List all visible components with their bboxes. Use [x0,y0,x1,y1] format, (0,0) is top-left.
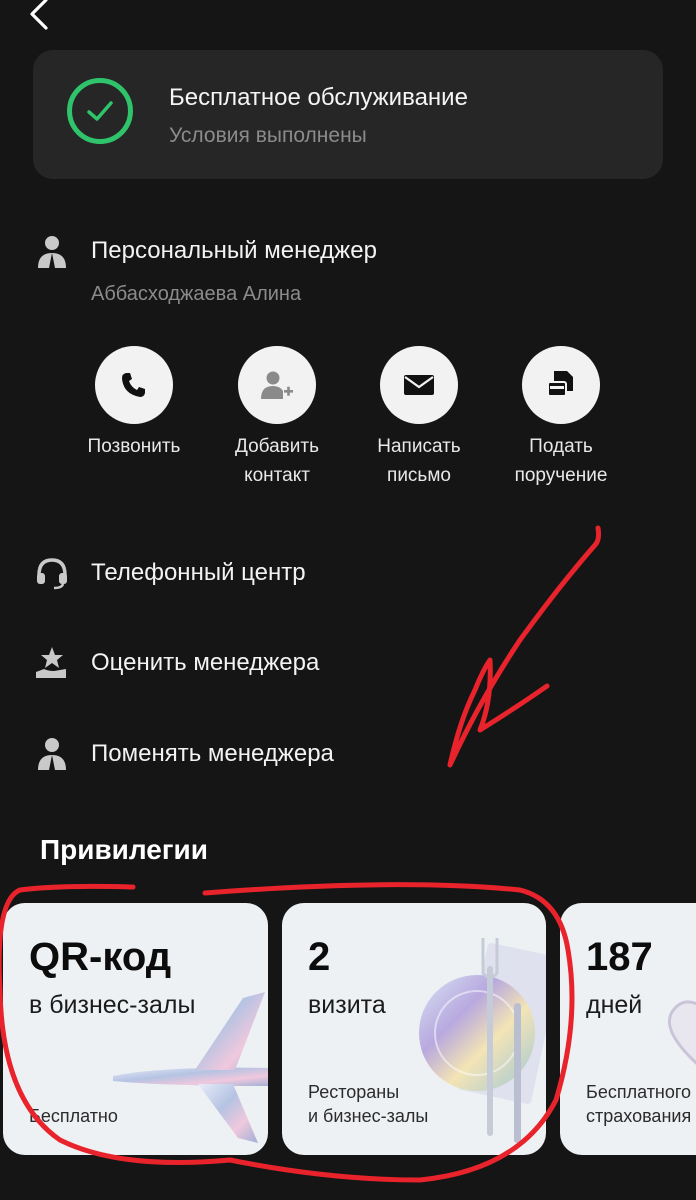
card-insurance-subtitle: дней [586,991,643,1019]
card-qr-title: QR-код [29,935,172,979]
add-contact-label: Добавить контакт [235,436,319,486]
person-icon [34,736,70,772]
submit-order-button[interactable]: Подать поручение [481,346,641,490]
person-icon [34,234,70,270]
call-button[interactable]: Позвонить [54,346,214,461]
privilege-card-insurance[interactable]: 187 дней Бесплатного страхования [560,903,696,1155]
rate-star-icon [34,645,70,681]
airplane-icon [113,992,268,1143]
submit-order-label: Подать поручение [514,436,608,486]
call-label: Позвонить [87,436,181,457]
mail-icon [380,346,458,424]
headset-icon [34,555,70,591]
manager-name: Аббасходжаева Алина [91,283,302,305]
privilege-card-qr[interactable]: QR-код в бизнес-залы Бесплатно [3,903,268,1155]
menu-phone-center[interactable]: Телефонный центр [91,559,306,587]
document-icon [522,346,600,424]
heart-icon [667,1000,696,1065]
add-contact-icon [238,346,316,424]
card-visits-subtitle: визита [308,991,386,1019]
phone-icon [95,346,173,424]
check-circle-icon [67,78,133,144]
back-button[interactable] [22,0,62,36]
manager-title[interactable]: Персональный менеджер [91,237,377,265]
plate-cutlery-icon [419,938,546,1143]
card-visits-count: 2 [308,935,331,979]
menu-change-manager[interactable]: Поменять менеджера [91,740,334,768]
card-insurance-note: Бесплатного страхования [586,1082,692,1126]
card-qr-note: Бесплатно [29,1106,118,1126]
chevron-left-icon [30,0,48,30]
write-letter-label: Написать письмо [377,436,461,486]
service-status-card[interactable]: Бесплатное обслуживание Условия выполнен… [33,50,663,179]
card-insurance-count: 187 [586,935,653,979]
add-contact-button[interactable]: Добавить контакт [197,346,357,490]
menu-rate-manager[interactable]: Оценить менеджера [91,649,319,677]
privileges-title: Привилегии [40,834,208,865]
write-letter-button[interactable]: Написать письмо [339,346,499,490]
card-visits-note: Рестораны и бизнес-залы [308,1082,429,1126]
status-subtitle: Условия выполнены [169,124,367,147]
status-title: Бесплатное обслуживание [169,84,468,111]
privilege-card-visits[interactable]: 2 визита Рестораны и бизнес-залы [282,903,546,1155]
